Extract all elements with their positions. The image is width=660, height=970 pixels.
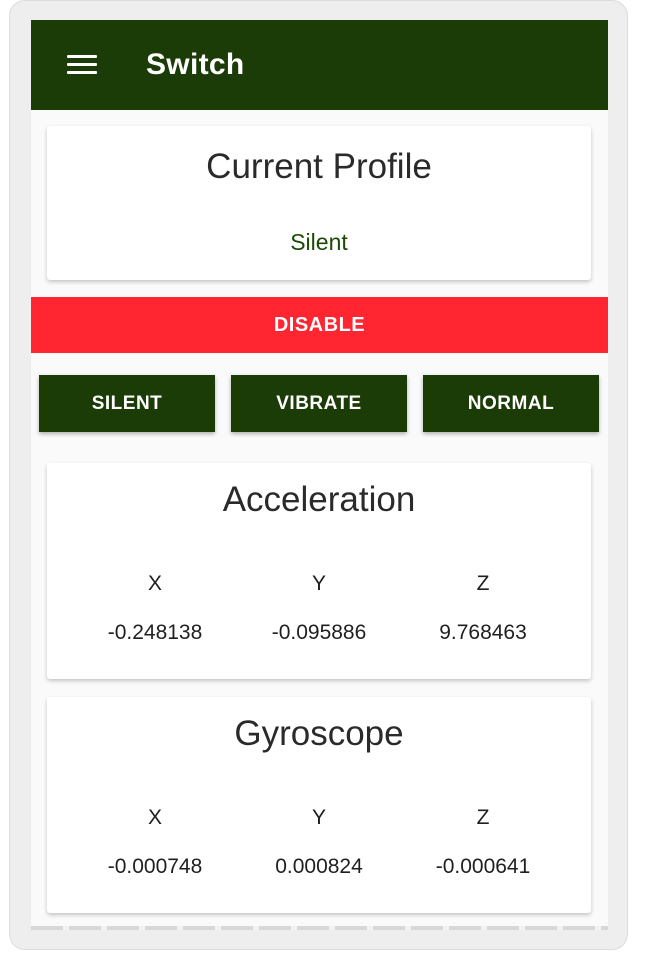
acceleration-y-value: -0.095886 — [271, 621, 367, 644]
acceleration-x-label: X — [147, 572, 162, 595]
app-title: Switch — [146, 48, 245, 81]
acceleration-z-label: Z — [476, 572, 490, 595]
acceleration-card: Acceleration X Y Z -0.248138 -0.095886 9… — [47, 463, 591, 679]
vibrate-button[interactable]: VIBRATE — [231, 375, 407, 432]
hamburger-menu-icon[interactable] — [67, 53, 97, 75]
acceleration-x-value: -0.248138 — [107, 621, 203, 644]
acceleration-z-value: 9.768463 — [439, 621, 527, 644]
silent-button[interactable]: SILENT — [39, 375, 215, 432]
gyroscope-x-label: X — [147, 806, 162, 829]
acceleration-heading: Acceleration — [222, 480, 416, 519]
gyroscope-heading: Gyroscope — [234, 714, 404, 753]
gyroscope-z-label: Z — [476, 806, 490, 829]
current-profile-value: Silent — [290, 229, 348, 255]
gyroscope-x-value: -0.000748 — [107, 855, 203, 878]
gyroscope-z-value: -0.000641 — [435, 855, 531, 878]
current-profile-card: Current Profile Silent — [47, 126, 591, 280]
disable-button[interactable]: DISABLE — [31, 297, 608, 353]
gyroscope-y-label: Y — [311, 806, 326, 829]
app-bar: Switch — [31, 20, 608, 110]
gyroscope-card: Gyroscope X Y Z -0.000748 0.000824 -0.00… — [47, 697, 591, 913]
app-screen: Switch Current Profile Silent DISABLE SI… — [31, 20, 608, 930]
gyroscope-y-value: 0.000824 — [275, 855, 363, 878]
acceleration-y-label: Y — [311, 572, 326, 595]
normal-button[interactable]: NORMAL — [423, 375, 599, 432]
next-card-edge — [31, 926, 608, 930]
current-profile-heading: Current Profile — [206, 147, 432, 186]
